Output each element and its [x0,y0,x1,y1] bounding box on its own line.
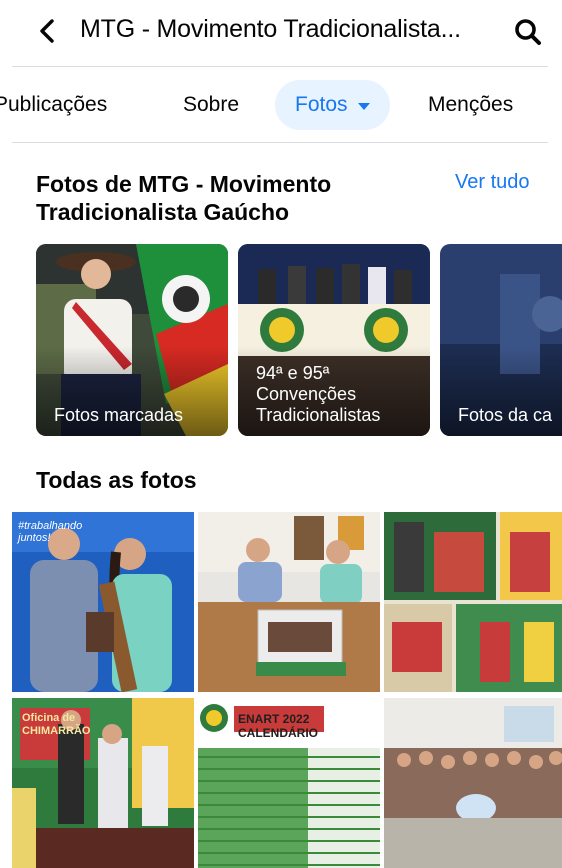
album-label: Fotos marcadas [54,405,184,425]
photo-thumbnail[interactable] [198,512,380,692]
photo-thumbnail[interactable]: #trabalhando juntos! [12,512,194,692]
tab-mencoes[interactable]: Menções [428,80,513,130]
photo-grid: #trabalhando juntos! Oficina de CHIMARRÃ… [0,512,562,868]
photo-thumbnail[interactable] [384,512,562,692]
caret-down-icon [357,102,370,110]
see-all-link[interactable]: Ver tudo [455,171,530,194]
all-photos-title: Todas as fotos [36,467,197,493]
album-card[interactable]: Fotos da ca [440,244,562,436]
photo-text: #trabalhando juntos! [18,520,83,544]
tab-sobre[interactable]: Sobre [183,80,239,130]
album-card[interactable]: 94ª e 95ª Convenções Tradicionalistas [238,244,430,436]
top-bar: MTG - Movimento Tradicionalista... [0,0,562,64]
tabs-divider [12,142,548,143]
album-card[interactable]: Fotos marcadas [36,244,228,436]
photo-text: ENART 2022 CALENDÁRIO [238,712,318,740]
back-button[interactable] [30,14,64,48]
search-button[interactable] [508,12,548,52]
album-label: Fotos da ca [458,405,553,425]
albums-carousel: Fotos marcadas 94ª e 95ª Convenções Trad… [0,244,562,436]
page-title: MTG - Movimento Tradicionalista... [80,15,461,43]
photo-thumbnail[interactable]: Oficina de CHIMARRÃO [12,698,194,868]
search-icon [515,19,541,45]
chevron-left-icon [40,19,54,43]
photo-image [198,512,380,692]
album-label: 94ª e 95ª Convenções Tradicionalistas [256,363,381,425]
photo-thumbnail[interactable] [384,698,562,868]
tab-publicacoes[interactable]: Publicações [0,80,107,130]
photo-image [384,698,562,868]
header-divider [12,66,548,67]
photo-text: Oficina de CHIMARRÃO [22,712,91,737]
photo-thumbnail[interactable]: ENART 2022 CALENDÁRIO [198,698,380,868]
photo-image [384,512,562,692]
page-tabs: Publicações Sobre Fotos Menções [0,74,562,134]
albums-section-title: Fotos de MTG - Movimento Tradicionalista… [36,171,332,225]
tab-fotos[interactable]: Fotos [275,80,390,130]
